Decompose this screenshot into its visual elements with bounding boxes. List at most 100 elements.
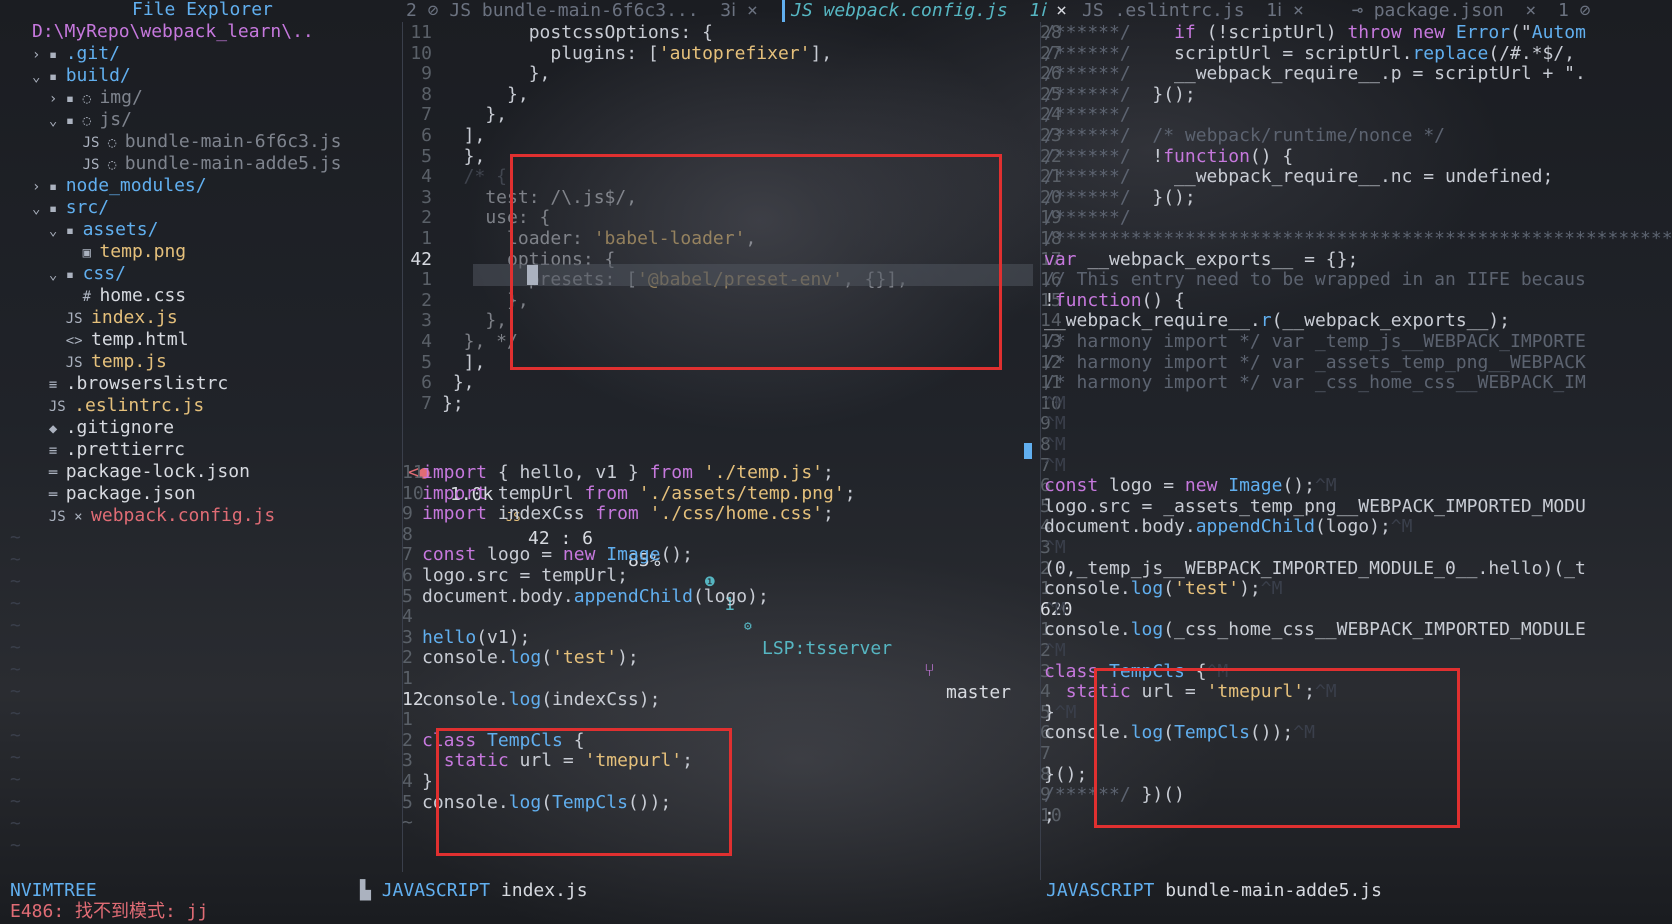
tab-bundle-main-6f6c3[interactable]: 2 ⊘ JS bundle-main-6f6c3... 3ⅰ × <box>406 0 758 22</box>
empty-line-marker: ~ <box>10 549 21 570</box>
bundle-statusline: JAVASCRIPT bundle-main-adde5.js <box>1046 880 1382 902</box>
code-line: /******/ <box>1044 104 1131 126</box>
line-number: 6 <box>421 125 432 146</box>
explorer-title: File Explorer <box>132 0 273 20</box>
tree-item[interactable]: ≡ .browserslistrc <box>32 373 228 395</box>
code-line: document.body.appendChild(logo); <box>422 585 769 607</box>
code-line: ^M <box>1044 640 1066 661</box>
line-number: 3 <box>421 186 432 208</box>
line-number: 2 <box>421 207 432 229</box>
tab-eslintrc[interactable]: JS .eslintrc.js 1ⅰ × <box>1082 0 1304 22</box>
tab-webpack-config[interactable]: JS webpack.config.js 1ⅰ × <box>782 0 1067 22</box>
line-number: 8 <box>421 83 432 105</box>
code-line: }(); <box>1044 763 1088 785</box>
line-number: 42 <box>410 248 432 270</box>
code-line: ^M <box>1044 598 1066 620</box>
code-line: import indexCss from './css/home.css'; <box>422 503 834 525</box>
tree-item[interactable]: › ▪ .git/ <box>32 43 120 65</box>
line-number: 7 <box>421 104 432 126</box>
code-line: const logo = new Image();^M <box>1044 475 1337 497</box>
tree-item[interactable]: ⌄ ▪ css/ <box>32 263 126 285</box>
code-line: __webpack_require__.r(__webpack_exports_… <box>1044 310 1511 332</box>
tree-item[interactable]: › ▪ node_modules/ <box>32 175 207 197</box>
code-line: console.log('test'); <box>422 647 639 669</box>
empty-line-marker: ~ <box>10 813 21 834</box>
tree-item[interactable]: › ▪ ◌ img/ <box>32 87 143 109</box>
tree-item-label: bundle-main-6f6c3.js <box>124 131 342 152</box>
tree-item-icon: ═ <box>32 487 66 503</box>
tree-item-label: package-lock.json <box>65 461 250 482</box>
line-number: 3 <box>421 310 432 332</box>
line-number: 10 <box>410 42 432 64</box>
tree-item[interactable]: ═ package.json <box>32 483 196 505</box>
close-icon[interactable]: × <box>1293 0 1304 21</box>
tree-item-label: index.js <box>91 307 178 328</box>
tree-item[interactable]: # home.css <box>32 285 187 307</box>
code-line: logo.src = _assets_temp_png__WEBPACK_IMP… <box>1044 495 1586 517</box>
annotation-box-bundle-class <box>1094 668 1460 828</box>
code-line: /* harmony import */ var _temp_js__WEBPA… <box>1044 331 1586 352</box>
code-line: document.body.appendChild(logo);^M <box>1044 516 1413 538</box>
tree-item[interactable]: JS index.js <box>32 307 178 329</box>
close-icon[interactable]: × <box>747 0 758 21</box>
line-number: 11 <box>410 22 432 43</box>
empty-line-marker: ~ <box>10 747 21 768</box>
scrollbar-thumb[interactable] <box>1024 443 1032 459</box>
tree-item[interactable]: JS .eslintrc.js <box>32 395 204 417</box>
line-number: 1 <box>402 668 413 689</box>
tree-item-icon: ⌄ ▪ <box>32 267 83 283</box>
code-line: ^M <box>1044 434 1066 455</box>
tree-item-label: .gitignore <box>65 417 175 438</box>
line-number: 4 <box>402 771 413 792</box>
line-number: 9 <box>421 63 432 85</box>
tree-item-label: src/ <box>65 197 110 218</box>
tree-item[interactable]: ⌄ ▪ ◌ js/ <box>32 109 132 131</box>
code-line: console.log('test');^M <box>1044 578 1283 600</box>
code-line: }, <box>442 104 508 126</box>
code-line: import tempUrl from './assets/temp.png'; <box>422 482 856 504</box>
tree-item[interactable]: JS ◌ bundle-main-adde5.js <box>32 153 342 175</box>
tree-item[interactable]: <> temp.html <box>32 329 189 351</box>
tree-item[interactable]: ═ package-lock.json <box>32 461 250 483</box>
tree-item[interactable]: ≡ .prettierrc <box>32 439 185 461</box>
tree-item-icon: JS ◌ <box>32 135 125 151</box>
tree-item[interactable]: ▣ temp.png <box>32 241 187 263</box>
code-line: }, <box>442 145 486 167</box>
tree-item-icon: ═ <box>32 465 66 481</box>
tab-mark: 3 <box>720 0 732 21</box>
close-icon[interactable]: × <box>1525 0 1536 21</box>
tree-item-label: css/ <box>82 263 126 284</box>
tree-item-label: .prettierrc <box>65 439 185 460</box>
tree-item[interactable]: JS temp.js <box>32 351 167 373</box>
tab-label: JS webpack.config.js <box>791 0 1008 21</box>
tree-item[interactable]: JS × webpack.config.js <box>32 505 275 527</box>
code-line: /******/ __webpack_require__.p = scriptU… <box>1044 63 1586 85</box>
tab-package-json[interactable]: ⊸ package.json × 1 ⊘ <box>1352 0 1590 22</box>
tree-item-label: temp.html <box>91 329 189 350</box>
code-line: plugins: ['autoprefixer'], <box>442 42 833 64</box>
tree-item[interactable]: ⌄ ▪ src/ <box>32 197 109 219</box>
tree-item-icon: ▣ <box>32 245 100 261</box>
index-statusline: ▙ JAVASCRIPT index.js <box>360 880 588 902</box>
annotation-box-index-class <box>436 728 732 856</box>
code-line: var __webpack_exports__ = {}; <box>1044 248 1359 270</box>
tree-item[interactable]: ◆ .gitignore <box>32 417 174 439</box>
code-line: logo.src = tempUrl; <box>422 565 628 586</box>
explorer-root-path[interactable]: D:\MyRepo\webpack_learn\.. <box>32 21 314 43</box>
tree-item[interactable]: ⌄ ▪ assets/ <box>32 219 159 241</box>
empty-line-marker: ~ <box>10 571 21 592</box>
code-line: }^M <box>1044 701 1077 723</box>
tree-item[interactable]: ⌄ ▪ build/ <box>32 65 131 87</box>
close-icon[interactable]: × <box>1056 0 1067 21</box>
code-line: /* { <box>442 166 508 188</box>
line-number: 1 <box>402 709 413 731</box>
code-line: }, <box>442 310 508 332</box>
tree-item-icon: # <box>32 289 100 305</box>
tree-item-label: temp.png <box>99 241 187 262</box>
line-number: 2 <box>402 729 413 751</box>
empty-line-marker: ~ <box>10 681 21 702</box>
tab-mark: 1 <box>1266 0 1278 21</box>
tree-item-label: build/ <box>65 65 131 86</box>
tree-item[interactable]: JS ◌ bundle-main-6f6c3.js <box>32 131 342 153</box>
tree-item-label: js/ <box>99 109 132 130</box>
